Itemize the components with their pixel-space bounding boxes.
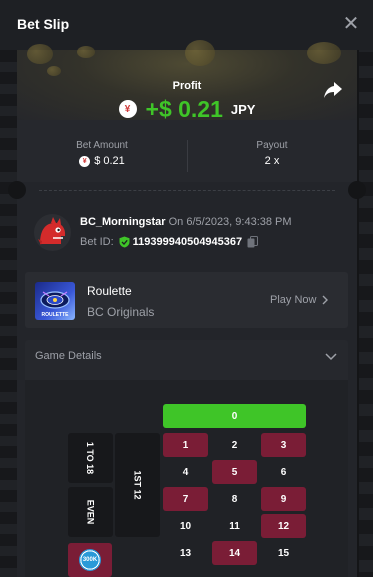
play-now-label: Play Now bbox=[270, 294, 317, 306]
bet-even-label: EVEN bbox=[85, 499, 96, 525]
profit-label: Profit bbox=[172, 80, 202, 92]
roulette-cell: 1 bbox=[163, 433, 208, 457]
game-name: Roulette bbox=[87, 284, 132, 298]
roulette-cell: 13 bbox=[163, 541, 208, 565]
profit-value: +$ 0.21 bbox=[145, 95, 223, 122]
roulette-board: 0 1 TO 18 EVEN 1ST 12 300K 1 2 3 4 5 6 7… bbox=[25, 380, 348, 577]
roulette-cell: 14 bbox=[212, 541, 257, 565]
roulette-cell: 3 bbox=[261, 433, 306, 457]
copy-icon[interactable] bbox=[247, 236, 259, 248]
bet-slip-panel: Profit ¥ +$ 0.21 JPY Bet Amount ¥ $ 0.21… bbox=[8, 40, 366, 577]
dinosaur-avatar-icon bbox=[38, 217, 66, 245]
game-card[interactable]: ROULETTE Roulette BC Originals Play Now bbox=[25, 272, 348, 328]
payout-label: Payout bbox=[256, 140, 288, 151]
close-icon[interactable]: ✕ bbox=[340, 13, 362, 35]
game-provider: BC Originals bbox=[87, 305, 155, 319]
coin-decoration bbox=[27, 44, 53, 64]
roulette-cell: 12 bbox=[261, 514, 306, 538]
roulette-cell: 7 bbox=[163, 487, 208, 511]
game-details-section: Game Details 0 1 TO 18 EVEN 1ST 12 300K … bbox=[25, 340, 348, 577]
profit-hero: Profit ¥ +$ 0.21 JPY bbox=[17, 40, 357, 122]
bet-id-label: Bet ID: bbox=[80, 236, 114, 248]
bet-1-to-18: 1 TO 18 bbox=[68, 433, 113, 483]
payout-stat: Payout 2 x bbox=[187, 140, 357, 167]
profit-currency: JPY bbox=[230, 101, 256, 117]
game-thumbnail[interactable]: ROULETTE bbox=[35, 282, 75, 320]
coin-decoration bbox=[77, 46, 95, 58]
game-details-label[interactable]: Game Details bbox=[35, 350, 102, 362]
roulette-cell: 4 bbox=[163, 460, 208, 484]
roulette-cell: 5 bbox=[212, 460, 257, 484]
roulette-cell: 8 bbox=[212, 487, 257, 511]
roulette-cell: 9 bbox=[261, 487, 306, 511]
bet-first-dozen-label: 1ST 12 bbox=[132, 470, 143, 500]
roulette-cell: 15 bbox=[261, 541, 306, 565]
avatar[interactable] bbox=[34, 214, 71, 251]
bet-stats: Bet Amount ¥ $ 0.21 Payout 2 x bbox=[17, 120, 357, 182]
ticket-notch-right bbox=[348, 181, 366, 199]
bet-even: EVEN bbox=[68, 487, 113, 537]
bet-amount-stat: Bet Amount ¥ $ 0.21 bbox=[17, 140, 187, 167]
bet-first-dozen: 1ST 12 bbox=[115, 433, 160, 537]
coin-decoration bbox=[185, 40, 215, 66]
roulette-cell: 11 bbox=[212, 514, 257, 538]
coin-decoration bbox=[47, 66, 61, 76]
bet-amount-value: $ 0.21 bbox=[94, 155, 125, 167]
bet-id-row: Bet ID: 119399940504945367 bbox=[80, 236, 259, 248]
bet-user-row: BC_Morningstar On 6/5/2023, 9:43:38 PM B… bbox=[17, 198, 357, 260]
roulette-cell: 2 bbox=[212, 433, 257, 457]
page-title: Bet Slip bbox=[17, 16, 70, 32]
verified-shield-icon bbox=[119, 236, 130, 248]
chip-stack: 300K bbox=[68, 543, 112, 577]
ticket-divider bbox=[39, 190, 335, 191]
yen-currency-icon: ¥ bbox=[79, 155, 91, 167]
chip-icon: 300K bbox=[79, 549, 101, 571]
payout-value: 2 x bbox=[264, 155, 280, 167]
username[interactable]: BC_Morningstar bbox=[80, 216, 166, 228]
roulette-cell-zero: 0 bbox=[163, 404, 306, 428]
bet-time: On 6/5/2023, 9:43:38 PM bbox=[168, 216, 292, 228]
bet-amount-label: Bet Amount bbox=[76, 140, 128, 151]
chevron-down-icon[interactable] bbox=[325, 352, 337, 362]
bet-id-value: 119399940504945367 bbox=[132, 236, 243, 248]
bet-1-to-18-label: 1 TO 18 bbox=[85, 441, 96, 475]
ticket-notch-left bbox=[8, 181, 26, 199]
chevron-right-icon bbox=[322, 295, 329, 305]
bet-user-line: BC_Morningstar On 6/5/2023, 9:43:38 PM bbox=[80, 216, 292, 228]
yen-currency-icon: ¥ bbox=[118, 100, 137, 118]
share-icon[interactable] bbox=[322, 79, 344, 101]
roulette-cell: 6 bbox=[261, 460, 306, 484]
bet-amount-row: ¥ $ 0.21 bbox=[17, 155, 187, 167]
roulette-cell: 10 bbox=[163, 514, 208, 538]
thumbnail-label: ROULETTE bbox=[41, 312, 69, 318]
play-now-button[interactable]: Play Now bbox=[270, 294, 329, 306]
coin-decoration bbox=[307, 42, 341, 64]
